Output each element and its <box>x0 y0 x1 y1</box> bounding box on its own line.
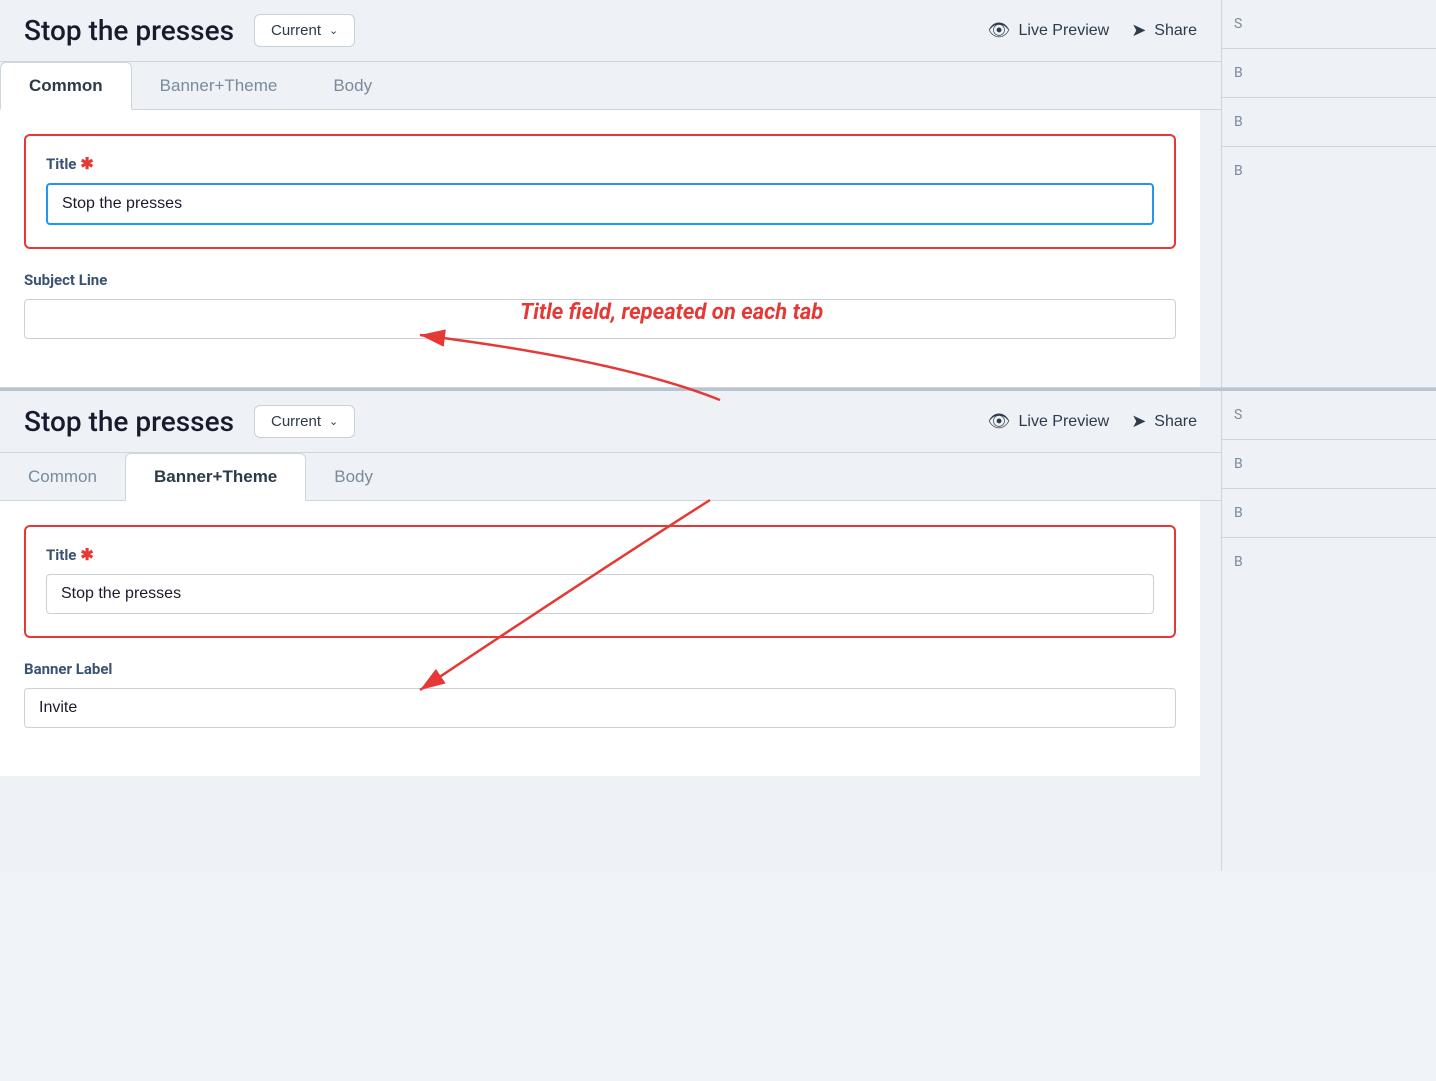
banner-label-section: Banner Label <box>24 660 1176 728</box>
tab-common-label: Common <box>29 76 103 95</box>
share-label: Share <box>1154 22 1197 40</box>
panel2-title-section-box: Title ✱ <box>24 525 1176 638</box>
panel2-tabs: Common Banner+Theme Body <box>0 453 1221 501</box>
panel2-live-preview-button[interactable]: 👁 Live Preview <box>988 411 1110 432</box>
right-col-b3: B <box>1222 147 1436 195</box>
panel2-right-col-b3: B <box>1222 538 1436 586</box>
subject-line-input[interactable] <box>24 299 1176 339</box>
version-dropdown[interactable]: Current ⌄ <box>254 14 355 47</box>
panel2-share-icon: ➤ <box>1131 411 1146 432</box>
subject-line-section: Subject Line <box>24 271 1176 339</box>
panel2-header: Stop the presses Current ⌄ 👁 Live Previe… <box>0 391 1221 453</box>
eye-icon: 👁 <box>988 20 1011 41</box>
share-icon: ➤ <box>1131 20 1146 41</box>
panel2-title-field-label: Title ✱ <box>46 545 1154 564</box>
title-required-star: ✱ <box>80 154 93 173</box>
panel1-title: Stop the presses <box>24 14 234 47</box>
panel2-right-col-b2: B <box>1222 489 1436 538</box>
panel2-title-input[interactable] <box>46 574 1154 614</box>
panel2-right-col-s: S <box>1222 391 1436 440</box>
panel2-tab-banner-theme-label: Banner+Theme <box>154 467 277 486</box>
panel2-version-label: Current <box>271 413 321 430</box>
panel1-tabs: Common Banner+Theme Body <box>0 62 1221 110</box>
chevron-down-icon: ⌄ <box>329 24 338 37</box>
panel2-share-label: Share <box>1154 413 1197 431</box>
panel2-share-button[interactable]: ➤ Share <box>1131 411 1197 432</box>
panel2-content: Title ✱ Banner Label <box>0 501 1200 776</box>
panel2-right-col-b1: B <box>1222 440 1436 489</box>
panel2-version-dropdown[interactable]: Current ⌄ <box>254 405 355 438</box>
panel2-right-col: S B B B <box>1221 391 1436 871</box>
title-section-box: Title ✱ <box>24 134 1176 249</box>
panel2-title: Stop the presses <box>24 405 234 438</box>
tab-banner-theme[interactable]: Banner+Theme <box>132 63 306 109</box>
panel2-chevron-down-icon: ⌄ <box>329 415 338 428</box>
panel2-tab-body[interactable]: Body <box>306 454 401 500</box>
subject-line-label: Subject Line <box>24 271 1176 289</box>
panel2-live-preview-label: Live Preview <box>1019 413 1110 431</box>
panel2-tab-banner-theme[interactable]: Banner+Theme <box>125 453 306 501</box>
title-input[interactable] <box>46 183 1154 225</box>
panel1-content: Title ✱ Subject Line <box>0 110 1200 387</box>
title-field-label: Title ✱ <box>46 154 1154 173</box>
right-col-b1: B <box>1222 49 1436 98</box>
live-preview-button[interactable]: 👁 Live Preview <box>988 20 1110 41</box>
panel1-right-col: S B B B <box>1221 0 1436 387</box>
banner-label-input[interactable] <box>24 688 1176 728</box>
panel2-tab-common-label: Common <box>28 467 97 486</box>
panel1-header: Stop the presses Current ⌄ 👁 Live Previe… <box>0 0 1221 62</box>
right-col-s: S <box>1222 0 1436 49</box>
tab-body[interactable]: Body <box>305 63 400 109</box>
panel2-title-required-star: ✱ <box>80 545 93 564</box>
right-col-b2: B <box>1222 98 1436 147</box>
tab-banner-theme-label: Banner+Theme <box>160 76 278 95</box>
panel2-tab-common[interactable]: Common <box>0 454 125 500</box>
live-preview-label: Live Preview <box>1019 22 1110 40</box>
tab-common[interactable]: Common <box>0 62 132 110</box>
version-label: Current <box>271 22 321 39</box>
panel2-eye-icon: 👁 <box>988 411 1011 432</box>
banner-label-field-label: Banner Label <box>24 660 1176 678</box>
panel2-tab-body-label: Body <box>334 467 373 486</box>
share-button[interactable]: ➤ Share <box>1131 20 1197 41</box>
tab-body-label: Body <box>333 76 372 95</box>
